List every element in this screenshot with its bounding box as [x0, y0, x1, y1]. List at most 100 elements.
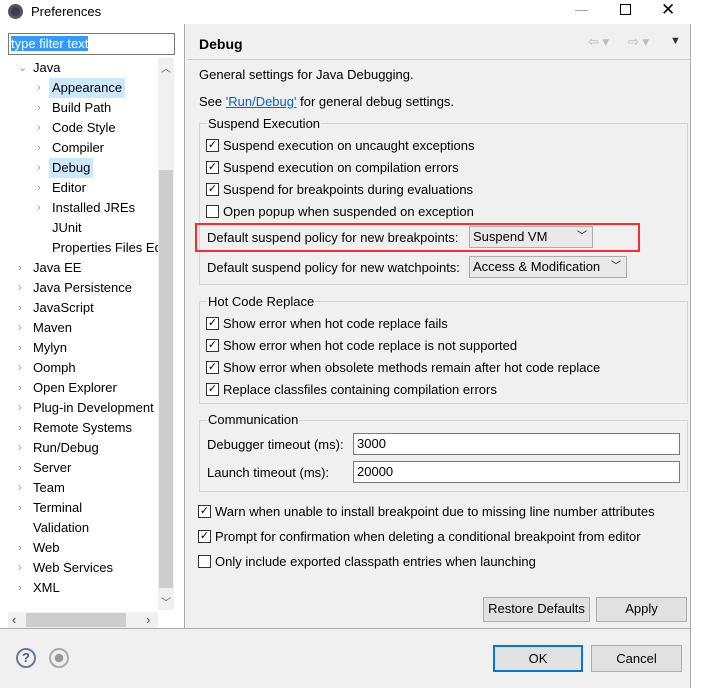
checkbox[interactable] [198, 555, 211, 568]
checkbox[interactable]: ✓ [198, 505, 211, 518]
checkbox[interactable]: ✓ [206, 361, 219, 374]
checkbox-label[interactable]: Suspend for breakpoints during evaluatio… [223, 182, 473, 198]
chevron-right-icon[interactable]: › [18, 278, 22, 298]
tree-item-label: Installed JREs [52, 200, 136, 215]
chevron-right-icon[interactable]: › [18, 438, 22, 458]
title-bar: Preferences — ✕ [0, 0, 691, 24]
checkbox[interactable]: ✓ [206, 161, 219, 174]
record-icon[interactable] [49, 648, 69, 668]
checkbox-label[interactable]: Open popup when suspended on exception [223, 204, 474, 220]
checkbox-label[interactable]: Warn when unable to install breakpoint d… [215, 504, 655, 520]
wp-policy-label: Default suspend policy for new watchpoin… [207, 260, 460, 275]
tree-item-label: Terminal [33, 500, 83, 515]
wp-policy-select[interactable]: Access & Modification ﹀ [469, 256, 627, 278]
tree-item-label: Java [33, 60, 61, 75]
tree-item-label: Editor [52, 180, 86, 195]
tree-item-label: Server [33, 460, 72, 475]
chevron-right-icon[interactable]: › [37, 198, 41, 218]
tree-item-label: JavaScript [33, 300, 94, 315]
h-scrollbar-thumb[interactable] [26, 613, 126, 627]
chevron-right-icon[interactable]: › [18, 558, 22, 578]
chevron-right-icon[interactable]: › [18, 378, 22, 398]
run-debug-link[interactable]: 'Run/Debug' [226, 94, 297, 109]
checkbox[interactable]: ✓ [206, 317, 219, 330]
tree-item-label: Java EE [33, 260, 82, 275]
launch-timeout-input[interactable]: 20000 [353, 461, 680, 483]
help-icon[interactable]: ? [16, 648, 36, 668]
checkbox-label[interactable]: Show error when obsolete methods remain … [223, 360, 600, 376]
tree-item-label: Code Style [52, 120, 116, 135]
tree-item-label: Properties Files Ed [52, 240, 158, 255]
filter-input[interactable]: type filter text [8, 33, 175, 55]
checkbox-label[interactable]: Suspend execution on compilation errors [223, 160, 459, 176]
apply-button[interactable]: Apply [596, 597, 687, 622]
suspend-group-title: Suspend Execution [207, 116, 322, 132]
checkbox-label[interactable]: Suspend execution on uncaught exceptions [223, 138, 475, 154]
chevron-right-icon[interactable]: › [18, 498, 22, 518]
chevron-right-icon[interactable]: › [37, 118, 41, 138]
page-title: Debug [199, 36, 243, 52]
restore-defaults-button[interactable]: Restore Defaults [483, 597, 590, 622]
debugger-timeout-label: Debugger timeout (ms): [207, 437, 344, 452]
hcr-group-title: Hot Code Replace [207, 294, 316, 310]
checkbox[interactable]: ✓ [206, 383, 219, 396]
chevron-right-icon[interactable]: › [18, 318, 22, 338]
checkbox[interactable]: ✓ [206, 339, 219, 352]
chevron-right-icon[interactable]: › [37, 78, 41, 98]
chevron-right-icon[interactable]: › [18, 358, 22, 378]
chevron-right-icon[interactable]: › [18, 338, 22, 358]
communication-group-title: Communication [207, 412, 300, 428]
chevron-right-icon[interactable]: › [18, 538, 22, 558]
see-text: See 'Run/Debug' for general debug settin… [199, 94, 455, 109]
checkbox[interactable]: ✓ [206, 139, 219, 152]
horizontal-scrollbar[interactable]: ‹ › [8, 612, 158, 628]
tree-item-label: Run/Debug [33, 440, 99, 455]
checkbox-label[interactable]: Only include exported classpath entries … [215, 554, 536, 570]
tree-item-label: Debug [49, 158, 94, 178]
chevron-right-icon[interactable]: › [37, 98, 41, 118]
tree-item-label: Build Path [52, 100, 112, 115]
checkbox[interactable]: ✓ [198, 530, 211, 543]
tree-item-label: Maven [33, 320, 73, 335]
checkbox-label[interactable]: Replace classfiles containing compilatio… [223, 382, 497, 398]
scrollbar-thumb[interactable] [159, 170, 173, 588]
preference-tree: ⌄ Java › Appearance › Build Path › Code Style › C… [0, 58, 158, 610]
chevron-right-icon[interactable]: › [18, 478, 22, 498]
eclipse-gear-icon [8, 4, 23, 19]
tree-item-label: Remote Systems [33, 420, 132, 435]
back-icon[interactable]: ⇦ ▾ [588, 34, 609, 50]
preferences-dialog: Preferences — ✕ type filter text ⌄ Java › A… [0, 0, 691, 688]
tree-item-label: Oomph [33, 360, 76, 375]
chevron-right-icon[interactable]: › [18, 458, 22, 478]
checkbox-label[interactable]: Show error when hot code replace is not … [223, 338, 517, 354]
chevron-right-icon[interactable]: › [18, 258, 22, 278]
debugger-timeout-input[interactable]: 3000 [353, 433, 680, 455]
maximize-button[interactable] [620, 4, 631, 15]
bp-policy-select[interactable]: Suspend VM ﹀ [469, 226, 593, 248]
chevron-right-icon[interactable]: › [37, 138, 41, 158]
chevron-right-icon[interactable]: › [18, 418, 22, 438]
chevron-right-icon[interactable]: › [37, 178, 41, 198]
view-menu-icon[interactable]: ▼ [670, 35, 681, 47]
navigation-panel: type filter text ⌄ Java › Appearance › Build … [0, 24, 185, 628]
page-header: Debug ⇦ ▾ ⇨ ▾ ▼ [187, 24, 691, 60]
chevron-down-icon[interactable]: ⌄ [18, 58, 27, 78]
ok-button[interactable]: OK [493, 645, 583, 672]
chevron-right-icon[interactable]: › [18, 578, 22, 598]
vertical-scrollbar[interactable]: ︿ ﹀ [158, 58, 174, 610]
chevron-right-icon[interactable]: › [37, 158, 41, 178]
checkbox[interactable]: ✓ [206, 183, 219, 196]
minimize-button[interactable]: — [575, 2, 588, 17]
tree-item-label: Validation [33, 520, 90, 535]
close-button[interactable]: ✕ [661, 0, 675, 20]
checkbox[interactable] [206, 205, 219, 218]
chevron-right-icon[interactable]: › [18, 298, 22, 318]
tree-item-label: Web Services [33, 560, 113, 575]
forward-icon[interactable]: ⇨ ▾ [628, 34, 649, 50]
checkbox-label[interactable]: Show error when hot code replace fails [223, 316, 448, 332]
chevron-right-icon[interactable]: › [18, 398, 22, 418]
checkbox-label[interactable]: Prompt for confirmation when deleting a … [215, 529, 641, 545]
cancel-button[interactable]: Cancel [591, 645, 682, 672]
tree-item-label: Open Explorer [33, 380, 117, 395]
tree-item-label: Plug-in Development [33, 400, 154, 415]
